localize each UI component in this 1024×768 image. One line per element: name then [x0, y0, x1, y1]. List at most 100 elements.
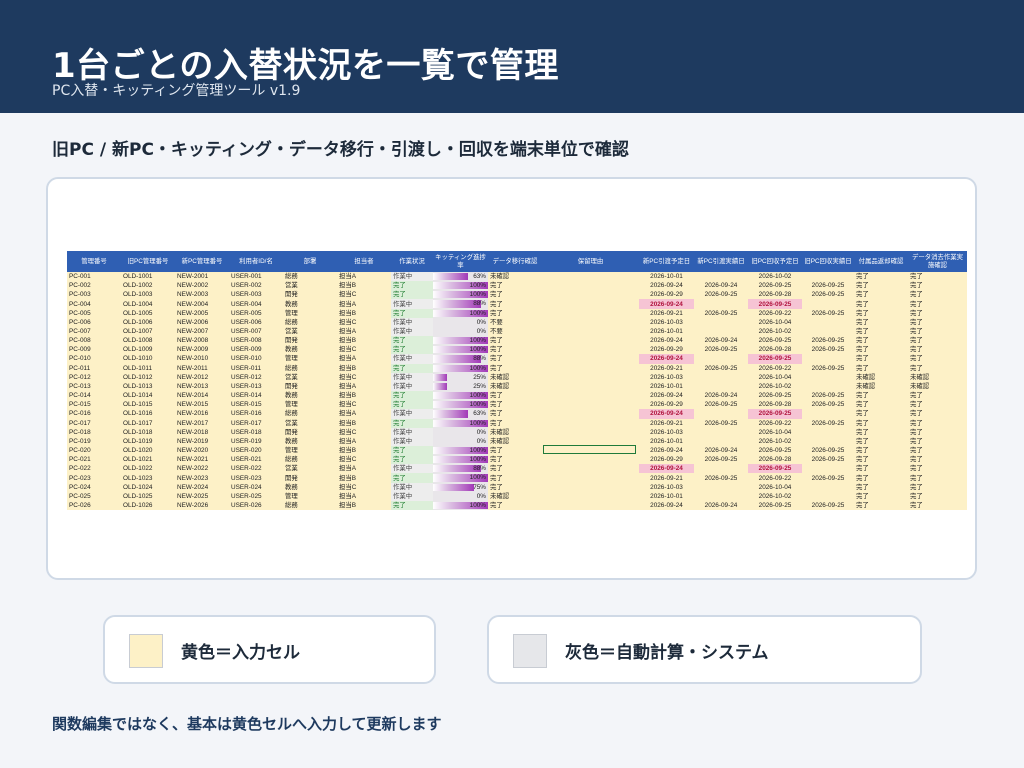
cell-coll-plan[interactable]: 2026-09-22	[748, 363, 802, 373]
cell-deliv-plan[interactable]: 2026-10-03	[639, 427, 694, 437]
cell-id[interactable]: PC-018	[67, 427, 121, 437]
cell-status[interactable]: 作業中	[391, 354, 433, 364]
cell-coll-act[interactable]	[802, 326, 854, 337]
cell-old[interactable]: OLD-1009	[121, 345, 175, 355]
cell-new[interactable]: NEW-2006	[175, 317, 229, 327]
cell-acc[interactable]: 完了	[854, 464, 908, 474]
cell-coll-act[interactable]	[802, 427, 854, 437]
cell-coll-plan[interactable]: 2026-09-25	[748, 445, 802, 456]
cell-migration[interactable]: 完了	[488, 336, 542, 346]
cell-erase[interactable]: 完了	[908, 363, 967, 373]
cell-old[interactable]: OLD-1003	[121, 290, 175, 300]
cell-coll-plan[interactable]: 2026-09-28	[748, 290, 802, 300]
cell-id[interactable]: PC-011	[67, 363, 121, 373]
cell-status[interactable]: 作業中	[391, 326, 433, 337]
progress-cell[interactable]: 100%	[433, 363, 488, 373]
progress-cell[interactable]: 0%	[433, 491, 488, 501]
cell-id[interactable]: PC-010	[67, 354, 121, 364]
cell-coll-plan[interactable]: 2026-09-25	[748, 354, 802, 364]
cell-owner[interactable]: 担当B	[337, 500, 391, 511]
cell-dept[interactable]: 管理	[283, 400, 337, 410]
cell-status[interactable]: 作業中	[391, 409, 433, 419]
cell-owner[interactable]: 担当B	[337, 445, 391, 456]
cell-deliv-plan[interactable]: 2026-10-03	[639, 482, 694, 492]
cell-migration[interactable]: 完了	[488, 391, 542, 401]
cell-hold[interactable]	[542, 299, 639, 309]
cell-user[interactable]: USER-020	[229, 445, 283, 456]
cell-owner[interactable]: 担当C	[337, 372, 391, 382]
cell-old[interactable]: OLD-1013	[121, 381, 175, 392]
cell-coll-plan[interactable]: 2026-10-04	[748, 317, 802, 327]
cell-status[interactable]: 作業中	[391, 436, 433, 446]
cell-id[interactable]: PC-025	[67, 491, 121, 501]
cell-erase[interactable]: 完了	[908, 336, 967, 346]
cell-hold[interactable]	[542, 418, 639, 428]
cell-migration[interactable]: 完了	[488, 308, 542, 318]
progress-cell[interactable]: 100%	[433, 400, 488, 410]
cell-dept[interactable]: 開発	[283, 473, 337, 483]
cell-deliv-act[interactable]: 2026-09-25	[694, 473, 748, 483]
cell-status[interactable]: 完了	[391, 500, 433, 511]
cell-coll-plan[interactable]: 2026-10-04	[748, 427, 802, 437]
cell-coll-plan[interactable]: 2026-10-02	[748, 491, 802, 501]
cell-owner[interactable]: 担当C	[337, 482, 391, 492]
cell-status[interactable]: 完了	[391, 400, 433, 410]
cell-owner[interactable]: 担当C	[337, 345, 391, 355]
cell-migration[interactable]: 完了	[488, 363, 542, 373]
cell-deliv-act[interactable]: 2026-09-25	[694, 400, 748, 410]
cell-deliv-act[interactable]: 2026-09-25	[694, 418, 748, 428]
progress-cell[interactable]: 25%	[433, 372, 488, 382]
cell-old[interactable]: OLD-1017	[121, 418, 175, 428]
cell-user[interactable]: USER-004	[229, 299, 283, 309]
progress-cell[interactable]: 88%	[433, 354, 488, 364]
cell-acc[interactable]: 完了	[854, 308, 908, 318]
cell-migration[interactable]: 完了	[488, 345, 542, 355]
cell-id[interactable]: PC-003	[67, 290, 121, 300]
column-header[interactable]: データ消去作業実施確認	[908, 251, 967, 272]
cell-user[interactable]: USER-016	[229, 409, 283, 419]
cell-new[interactable]: NEW-2005	[175, 308, 229, 318]
cell-dept[interactable]: 管理	[283, 354, 337, 364]
cell-dept[interactable]: 教務	[283, 345, 337, 355]
cell-deliv-plan[interactable]: 2026-09-29	[639, 345, 694, 355]
cell-acc[interactable]: 完了	[854, 427, 908, 437]
cell-new[interactable]: NEW-2020	[175, 445, 229, 456]
cell-dept[interactable]: 営業	[283, 281, 337, 291]
cell-id[interactable]: PC-021	[67, 455, 121, 465]
cell-coll-plan[interactable]: 2026-09-25	[748, 336, 802, 346]
cell-erase[interactable]: 完了	[908, 445, 967, 456]
cell-hold[interactable]	[542, 400, 639, 410]
cell-migration[interactable]: 完了	[488, 482, 542, 492]
cell-old[interactable]: OLD-1018	[121, 427, 175, 437]
cell-coll-act[interactable]: 2026-09-25	[802, 363, 854, 373]
cell-deliv-plan[interactable]: 2026-09-24	[639, 464, 694, 474]
cell-erase[interactable]: 完了	[908, 281, 967, 291]
cell-migration[interactable]: 未確認	[488, 491, 542, 501]
cell-old[interactable]: OLD-1005	[121, 308, 175, 318]
cell-acc[interactable]: 完了	[854, 482, 908, 492]
cell-owner[interactable]: 担当A	[337, 491, 391, 501]
cell-owner[interactable]: 担当C	[337, 317, 391, 327]
cell-dept[interactable]: 総務	[283, 455, 337, 465]
cell-migration[interactable]: 完了	[488, 455, 542, 465]
cell-erase[interactable]: 未確認	[908, 381, 967, 392]
cell-coll-act[interactable]: 2026-09-25	[802, 391, 854, 401]
cell-deliv-act[interactable]	[694, 436, 748, 446]
cell-status[interactable]: 完了	[391, 281, 433, 291]
cell-acc[interactable]: 完了	[854, 418, 908, 428]
cell-acc[interactable]: 未確認	[854, 372, 908, 382]
cell-old[interactable]: OLD-1022	[121, 464, 175, 474]
cell-status[interactable]: 作業中	[391, 272, 433, 282]
cell-hold[interactable]	[542, 290, 639, 300]
cell-new[interactable]: NEW-2002	[175, 281, 229, 291]
cell-coll-act[interactable]: 2026-09-25	[802, 445, 854, 456]
cell-hold[interactable]	[542, 326, 639, 337]
cell-hold[interactable]	[542, 354, 639, 364]
column-header[interactable]: 保留理由	[542, 251, 639, 272]
cell-coll-act[interactable]	[802, 482, 854, 492]
cell-deliv-act[interactable]	[694, 427, 748, 437]
cell-acc[interactable]: 完了	[854, 409, 908, 419]
cell-coll-plan[interactable]: 2026-10-04	[748, 372, 802, 382]
cell-erase[interactable]: 完了	[908, 272, 967, 282]
cell-coll-plan[interactable]: 2026-10-02	[748, 381, 802, 392]
